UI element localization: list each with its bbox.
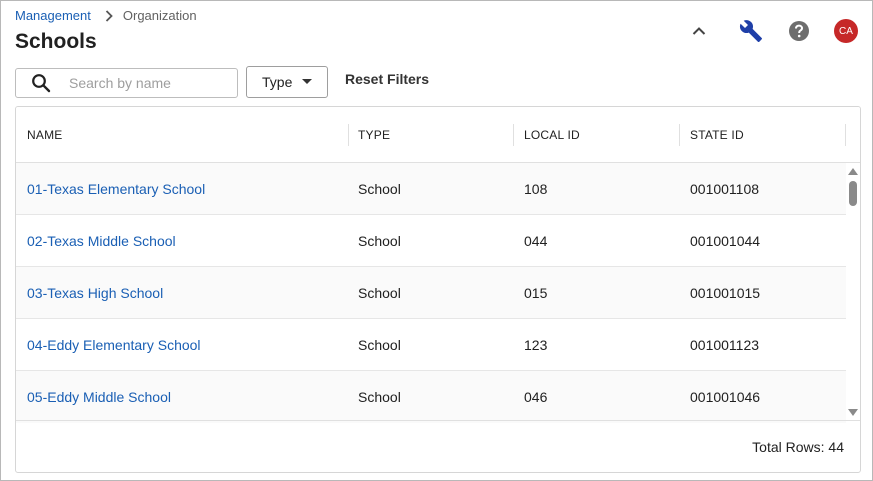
column-divider[interactable] (348, 124, 349, 146)
school-name-link[interactable]: 04-Eddy Elementary School (27, 337, 201, 353)
search-input[interactable] (69, 75, 229, 91)
caret-down-icon (302, 79, 313, 85)
column-header-type[interactable]: TYPE (358, 107, 390, 163)
local-id-cell: 015 (524, 285, 548, 301)
table-row[interactable]: 03-Texas High School School 015 00100101… (16, 267, 846, 319)
table-row[interactable]: 02-Texas Middle School School 044 001001… (16, 215, 846, 267)
column-divider[interactable] (513, 124, 514, 146)
table-row[interactable]: 05-Eddy Middle School School 046 0010010… (16, 371, 846, 423)
app-frame: Management Organization Schools CA Searc… (0, 0, 873, 481)
column-header-name[interactable]: NAME (27, 107, 62, 163)
breadcrumb-management-link[interactable]: Management (15, 8, 91, 23)
state-id-cell: 001001015 (690, 285, 761, 301)
collapse-button[interactable] (686, 18, 712, 44)
chevron-right-icon (105, 9, 113, 22)
school-name-link[interactable]: 03-Texas High School (27, 285, 163, 301)
search-field (15, 68, 238, 98)
column-header-local-id[interactable]: LOCAL ID (524, 107, 580, 163)
local-id-cell: 044 (524, 233, 548, 249)
reset-filters-button[interactable]: Reset Filters (345, 71, 429, 87)
user-avatar[interactable]: CA (834, 19, 858, 43)
school-name-link[interactable]: 01-Texas Elementary School (27, 181, 205, 197)
tools-button[interactable] (738, 18, 764, 44)
search-icon (31, 73, 51, 93)
school-type-cell: School (358, 285, 401, 301)
state-id-cell: 001001046 (690, 389, 761, 405)
school-name-link[interactable]: 02-Texas Middle School (27, 233, 176, 249)
school-type-cell: School (358, 181, 401, 197)
type-filter-dropdown[interactable]: Type (246, 66, 328, 98)
table-footer: Total Rows: 44 (16, 420, 860, 472)
state-id-cell: 001001108 (690, 181, 760, 197)
table-body: 01-Texas Elementary School School 108 00… (16, 163, 846, 423)
total-rows-label: Total Rows: 44 (752, 438, 844, 455)
state-id-cell: 001001123 (690, 337, 760, 353)
type-filter-label: Type (262, 74, 293, 90)
school-type-cell: School (358, 337, 401, 353)
schools-table: NAME TYPE LOCAL ID STATE ID 01-Texas Ele… (15, 106, 861, 473)
local-id-cell: 108 (524, 181, 548, 197)
header-actions: CA (686, 18, 858, 44)
wrench-icon (739, 19, 763, 43)
scrollbar-thumb[interactable] (849, 181, 857, 206)
school-type-cell: School (358, 389, 401, 405)
column-divider[interactable] (845, 124, 846, 146)
scroll-up-arrow-icon[interactable] (848, 167, 858, 177)
vertical-scrollbar[interactable] (846, 163, 860, 421)
help-button[interactable] (786, 18, 812, 44)
column-divider[interactable] (679, 124, 680, 146)
breadcrumb-current: Organization (122, 8, 197, 23)
chevron-up-icon (692, 26, 706, 36)
local-id-cell: 123 (524, 337, 548, 353)
page-title: Schools (15, 30, 97, 53)
breadcrumb: Management Organization (15, 8, 197, 23)
column-header-state-id[interactable]: STATE ID (690, 107, 744, 163)
state-id-cell: 001001044 (690, 233, 761, 249)
table-row[interactable]: 04-Eddy Elementary School School 123 001… (16, 319, 846, 371)
scroll-down-arrow-icon[interactable] (848, 409, 858, 419)
table-row[interactable]: 01-Texas Elementary School School 108 00… (16, 163, 846, 215)
school-type-cell: School (358, 233, 401, 249)
school-name-link[interactable]: 05-Eddy Middle School (27, 389, 171, 405)
table-header: NAME TYPE LOCAL ID STATE ID (16, 107, 860, 163)
local-id-cell: 046 (524, 389, 548, 405)
help-circle-icon (788, 20, 810, 42)
